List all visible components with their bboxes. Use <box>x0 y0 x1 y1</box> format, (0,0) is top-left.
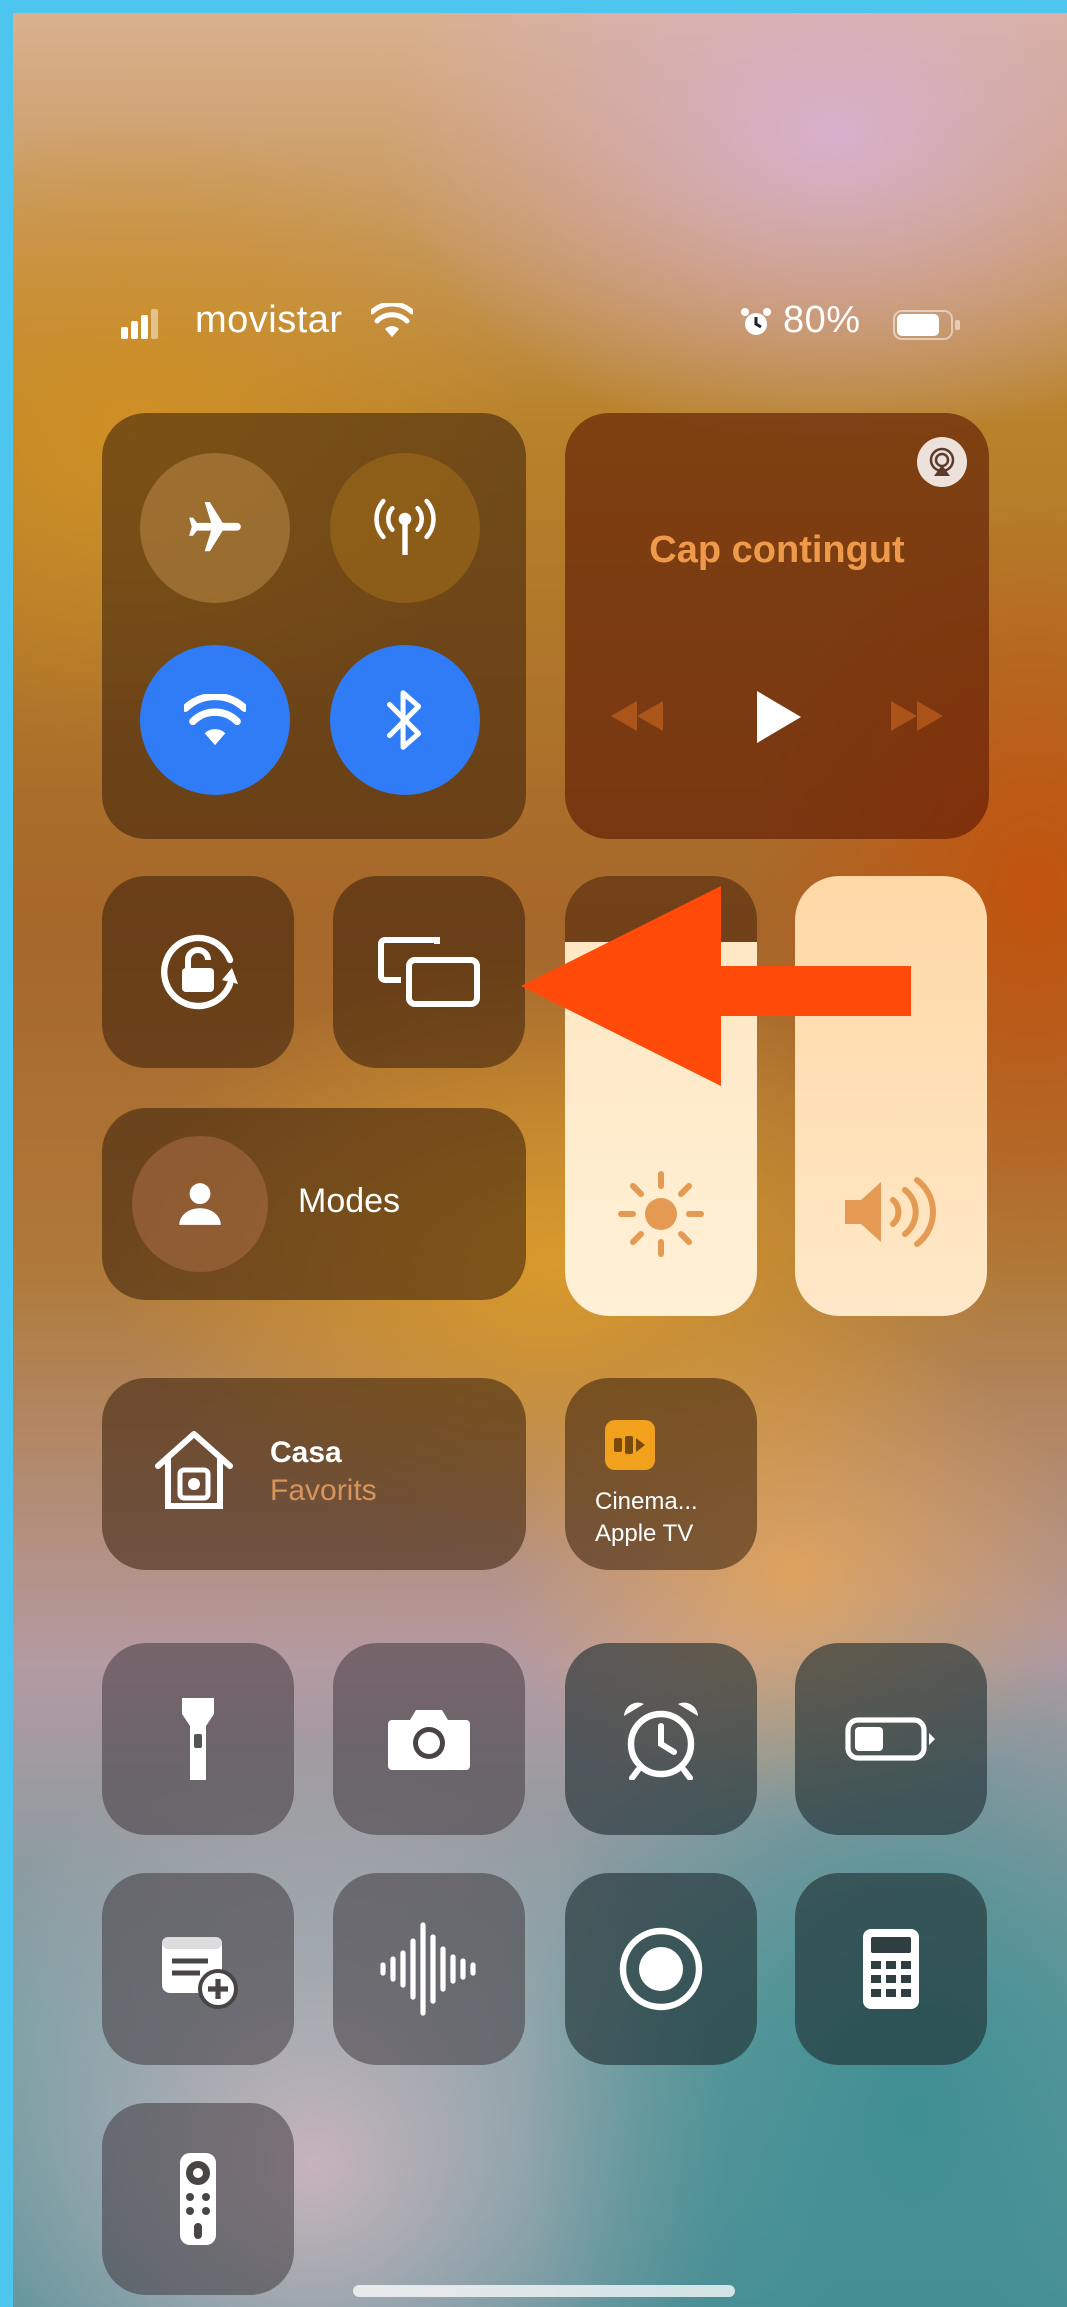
screen-mirroring-icon <box>378 937 480 1007</box>
speaker-volume-icon <box>845 1177 936 1247</box>
apple-tv-remote-button[interactable] <box>102 2103 294 2295</box>
quick-note-icon <box>162 1937 238 2009</box>
annotation-arrow <box>521 886 911 1086</box>
antenna-icon <box>374 498 436 555</box>
quick-note-button[interactable] <box>102 1873 294 2065</box>
home-favorites-button[interactable]: Casa Favorits <box>102 1378 526 1570</box>
low-power-mode-button[interactable] <box>795 1643 987 1835</box>
flashlight-button[interactable] <box>102 1643 294 1835</box>
home-icon <box>155 1431 233 1509</box>
cellular-data-toggle[interactable] <box>330 453 480 603</box>
alarm-clock-icon <box>624 1702 698 1780</box>
screen-recording-button[interactable] <box>565 1873 757 2065</box>
camera-button[interactable] <box>333 1643 525 1835</box>
airplay-button[interactable] <box>917 437 967 487</box>
voice-memos-button[interactable] <box>333 1873 525 2065</box>
orientation-lock-button[interactable] <box>102 876 294 1068</box>
airplane-icon <box>189 502 241 552</box>
waveform-icon <box>380 1922 476 2016</box>
alarm-status-icon <box>741 308 771 335</box>
screen-mirroring-button[interactable] <box>333 876 525 1068</box>
apple-tv-badge <box>605 1420 655 1470</box>
person-icon <box>179 1183 221 1225</box>
status-bar: movistar 80% <box>13 13 1067 341</box>
media-title: Cap contingut <box>565 523 989 577</box>
airplay-icon <box>929 447 955 476</box>
record-icon <box>619 1927 703 2011</box>
signal-icon <box>121 309 158 339</box>
carrier-name: movistar <box>195 299 343 341</box>
focus-icon-circle <box>132 1136 268 1272</box>
apple-tv-line1: Cinema... <box>595 1488 698 1515</box>
focus-modes-button[interactable]: Modes <box>102 1108 526 1300</box>
home-title: Casa <box>270 1436 342 1469</box>
control-center-screen: movistar 80% Cap contingut Modes Casa Fa… <box>13 13 1067 2307</box>
connectivity-panel <box>102 413 526 839</box>
low-battery-icon <box>845 1717 935 1761</box>
fast-forward-icon[interactable] <box>889 701 945 731</box>
wifi-status-icon <box>371 303 413 337</box>
bluetooth-toggle[interactable] <box>330 645 480 795</box>
home-subtitle: Favorits <box>270 1474 377 1507</box>
media-title-text: Cap contingut <box>649 528 905 571</box>
orientation-lock-icon <box>161 934 238 1010</box>
play-icon[interactable] <box>753 689 803 745</box>
wifi-toggle[interactable] <box>140 645 290 795</box>
alarm-clock-button[interactable] <box>565 1643 757 1835</box>
brightness-icon <box>618 1171 704 1257</box>
now-playing-panel[interactable]: Cap contingut <box>565 413 989 839</box>
wifi-icon <box>184 694 246 746</box>
battery-percentage: 80% <box>783 299 861 341</box>
bluetooth-icon <box>386 690 422 750</box>
modes-label: Modes <box>298 1182 401 1220</box>
calculator-icon <box>863 1929 919 2009</box>
airplane-mode-toggle[interactable] <box>140 453 290 603</box>
tv-remote-icon <box>180 2153 216 2245</box>
apple-tv-tile[interactable]: Cinema... Apple TV <box>565 1378 757 1570</box>
apple-tv-line2: Apple TV <box>595 1520 694 1547</box>
home-indicator[interactable] <box>353 2285 735 2297</box>
rewind-icon[interactable] <box>609 701 665 731</box>
calculator-button[interactable] <box>795 1873 987 2065</box>
tv-remote-badge-icon <box>614 1436 645 1454</box>
camera-icon <box>388 1710 470 1770</box>
flashlight-icon <box>182 1698 214 1780</box>
battery-icon <box>893 310 960 340</box>
